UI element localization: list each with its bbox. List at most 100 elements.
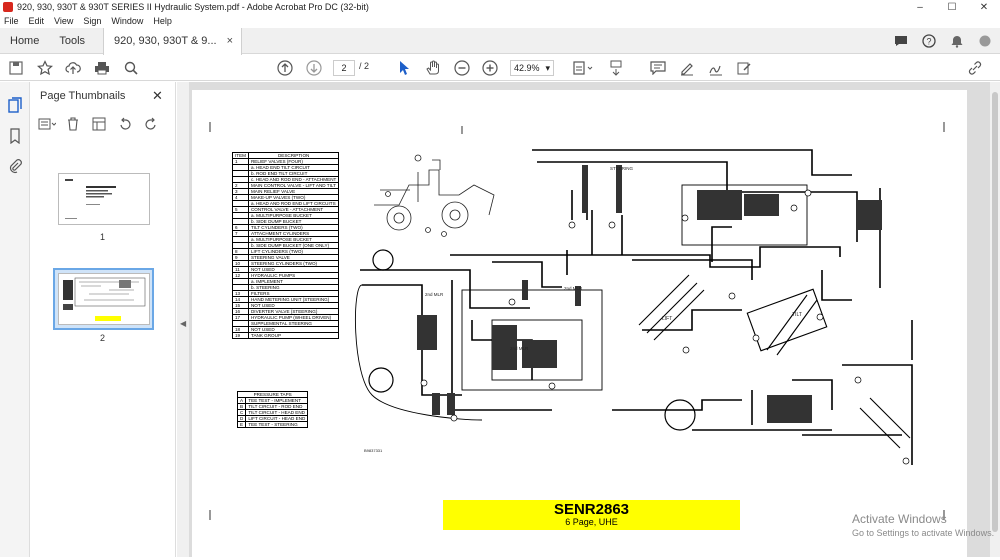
draw-signature-icon[interactable]	[706, 58, 726, 78]
insert-page-icon[interactable]	[90, 116, 108, 132]
legend-item-description: c. HEAD AND ROD END - ATTACHMENT	[247, 176, 340, 183]
document-subtitle: 6 Page, UHE	[565, 517, 618, 527]
acrobat-icon	[3, 2, 13, 12]
document-code: SENR2863	[553, 501, 630, 518]
pressure-tap-description: TEE TEST - STEERING	[245, 421, 309, 428]
panel-splitter[interactable]: ◀	[177, 82, 189, 557]
hand-tool-icon[interactable]	[423, 58, 443, 78]
activation-watermark: Activate Windows Go to Settings to activ…	[852, 512, 994, 538]
thumbnail-options-icon[interactable]	[38, 116, 56, 132]
legend-item-description: TANK GROUP	[247, 332, 340, 339]
save-icon[interactable]	[6, 58, 26, 78]
thumbnail-1-label: 1	[100, 232, 106, 242]
menu-sign[interactable]: Sign	[83, 16, 101, 26]
pressure-tap-description: TEE TEST - IMPLEMENT	[245, 397, 309, 404]
thumbnails-heading: Page Thumbnails	[40, 90, 126, 102]
steering-label: STEERING	[610, 166, 634, 171]
window-title: 920, 930, 930T & 930T SERIES II Hydrauli…	[17, 2, 369, 12]
legend-item-description: HYDRAULIC PUMP (WHEEL DRIVEN)	[247, 314, 340, 321]
title-bar: 920, 930, 930T & 930T SERIES II Hydrauli…	[0, 0, 1000, 14]
zoom-out-icon[interactable]	[452, 58, 472, 78]
vertical-scrollbar[interactable]	[990, 82, 1000, 557]
menu-help[interactable]: Help	[153, 16, 172, 26]
select-cursor-icon[interactable]	[394, 58, 414, 78]
next-page-icon[interactable]	[304, 58, 324, 78]
tab-bar: Home Tools 920, 930, 930T & 9... × ?	[0, 27, 1000, 55]
thumbnails-panel: Page Thumbnails ✕ 1 2	[31, 82, 176, 557]
previous-page-icon[interactable]	[275, 58, 295, 78]
close-panel-icon[interactable]: ✕	[152, 88, 163, 104]
delete-page-icon[interactable]	[64, 116, 82, 132]
comment-icon[interactable]	[892, 32, 910, 50]
pressure-tap-description: TILT CIRCUIT - HEAD END	[245, 409, 309, 416]
second-mult-label: 2nd MLR	[510, 346, 529, 351]
thumbnail-2-label: 2	[100, 333, 106, 343]
zoom-level-value: 42.9%	[514, 63, 540, 73]
legend-item-description: HAND METERING UNIT (STEERING)	[247, 296, 340, 303]
document-viewer[interactable]: ITEM DESCRIPTION 1 RELIEF VALVES (FOUR) a.…	[189, 82, 1000, 560]
rotate-right-icon[interactable]	[142, 116, 160, 132]
bookmarks-icon[interactable]	[7, 128, 23, 144]
bookmark-star-icon[interactable]	[35, 58, 55, 78]
document-id-banner: SENR2863 6 Page, UHE	[443, 500, 740, 530]
rotate-left-icon[interactable]	[116, 116, 134, 132]
window-controls: – ☐ ✕	[904, 0, 1000, 14]
link-edit-icon[interactable]	[965, 58, 985, 78]
second-mult-label: 2nd MLR	[564, 286, 583, 291]
tab-bar-actions: ?	[892, 32, 994, 50]
page-thumbnail-1[interactable]	[58, 173, 150, 225]
page-total: / 2	[359, 61, 370, 71]
collapse-panel-icon[interactable]: ◀	[180, 319, 186, 328]
lift-label: LIFT	[662, 316, 673, 322]
upload-cloud-icon[interactable]	[63, 58, 83, 78]
close-window-button[interactable]: ✕	[968, 0, 1000, 14]
drawing-number: B9837331	[364, 448, 383, 453]
minimize-button[interactable]: –	[904, 0, 936, 14]
navigation-rail	[0, 82, 30, 557]
menu-bar: File Edit View Sign Window Help	[0, 14, 1000, 28]
add-comment-icon[interactable]	[648, 58, 668, 78]
legend-item-description: MAIN CONTROL VALVE - LIFT AND TILT	[247, 182, 340, 189]
account-icon[interactable]	[976, 32, 994, 50]
zoom-level-select[interactable]: 42.9% ▾	[510, 60, 554, 76]
help-icon[interactable]: ?	[920, 32, 938, 50]
item-legend-table: ITEM DESCRIPTION 1 RELIEF VALVES (FOUR) a.…	[232, 152, 340, 339]
page-thumbnail-2[interactable]	[58, 273, 150, 325]
main-toolbar: 2 / 2 42.9% ▾	[0, 55, 1000, 81]
legend-item-description: a. HEAD AND ROD END LIFT CIRCUITS	[247, 200, 340, 207]
tab-tools[interactable]: Tools	[49, 28, 95, 54]
pressure-taps-table: PRESSURE TAPS A TEE TEST - IMPLEMENT B TIL…	[236, 391, 309, 428]
print-icon[interactable]	[92, 58, 112, 78]
tilt-label: TILT	[792, 312, 802, 318]
pressure-tap-description: TILT CIRCUIT - ROD END	[245, 403, 309, 410]
menu-window[interactable]: Window	[111, 16, 143, 26]
page-number-input[interactable]: 2	[333, 60, 355, 76]
legend-item-description: b. SIDE DUMP BUCKET (ONE ONLY)	[247, 242, 340, 249]
page-thumbnails-icon[interactable]	[7, 97, 23, 113]
activation-hint: Go to Settings to activate Windows.	[852, 528, 995, 538]
zoom-in-icon[interactable]	[480, 58, 500, 78]
attachments-icon[interactable]	[7, 158, 23, 174]
legend-item-number: 19	[232, 332, 249, 339]
second-mult-label: 2nd MLR	[425, 292, 444, 297]
maximize-button[interactable]: ☐	[936, 0, 968, 14]
close-tab-icon[interactable]: ×	[227, 35, 233, 47]
scroll-mode-icon[interactable]	[606, 58, 626, 78]
search-icon[interactable]	[121, 58, 141, 78]
highlight-pen-icon[interactable]	[677, 58, 697, 78]
tab-document-label: 920, 930, 930T & 9...	[114, 35, 217, 47]
fill-sign-icon[interactable]	[734, 58, 754, 78]
menu-view[interactable]: View	[54, 16, 73, 26]
notification-bell-icon[interactable]	[948, 32, 966, 50]
pdf-page: ITEM DESCRIPTION 1 RELIEF VALVES (FOUR) a.…	[192, 90, 967, 560]
tab-document[interactable]: 920, 930, 930T & 9... ×	[103, 27, 243, 55]
menu-file[interactable]: File	[4, 16, 19, 26]
activation-title: Activate Windows	[852, 512, 947, 526]
scrollbar-thumb[interactable]	[992, 92, 998, 532]
svg-text:?: ?	[926, 37, 931, 47]
pressure-tap-description: LIFT CIRCUIT - HEAD END	[245, 415, 309, 422]
tab-home[interactable]: Home	[0, 28, 49, 54]
menu-edit[interactable]: Edit	[29, 16, 45, 26]
pressure-tap-letter: E	[236, 421, 247, 428]
fit-page-icon[interactable]	[570, 58, 596, 78]
